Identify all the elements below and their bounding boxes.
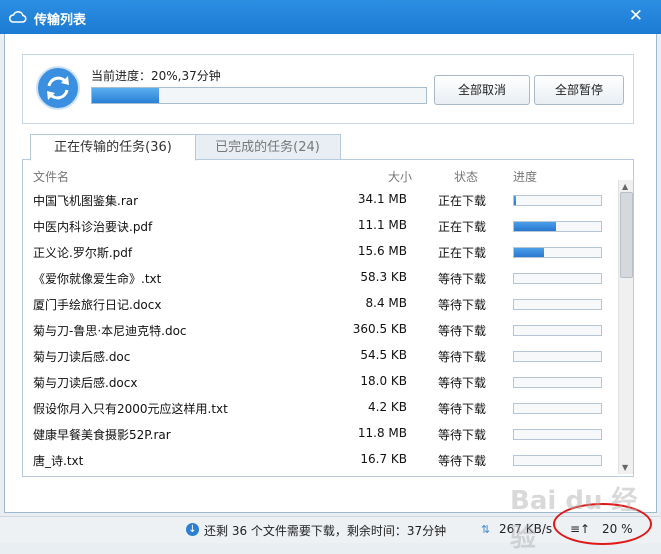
file-size: 11.1 MB bbox=[357, 218, 407, 232]
file-progress-fill bbox=[514, 222, 556, 231]
tab-transferring[interactable]: 正在传输的任务(36) bbox=[30, 134, 196, 161]
file-size: 34.1 MB bbox=[357, 192, 407, 206]
table-row[interactable]: 厦门手绘旅行日记.docx 8.4 MB 等待下载 bbox=[23, 291, 615, 317]
table-row[interactable]: 中医内科诊治要诀.pdf 11.1 MB 正在下载 bbox=[23, 213, 615, 239]
file-size: 54.5 KB bbox=[360, 348, 407, 362]
file-name: 健康早餐美食摄影52P.rar bbox=[33, 428, 171, 442]
current-progress-label: 当前进度：20%,37分钟 bbox=[91, 69, 221, 83]
file-size: 360.5 KB bbox=[352, 322, 407, 336]
file-name: 中医内科诊治要诀.pdf bbox=[33, 220, 153, 234]
scroll-down-icon[interactable]: ▼ bbox=[622, 463, 628, 472]
file-status: 等待下载 bbox=[438, 350, 487, 364]
file-status: 等待下载 bbox=[438, 324, 487, 338]
file-status: 正在下载 bbox=[438, 194, 487, 208]
table-row[interactable]: 唐_诗.txt 16.7 KB 等待下载 bbox=[23, 447, 615, 473]
table-row[interactable]: 假设你月入只有2000元应这样用.txt 4.2 KB 等待下载 bbox=[23, 395, 615, 421]
column-header-name: 文件名 bbox=[33, 170, 70, 184]
file-progress-fill bbox=[514, 248, 545, 257]
file-progress-bar bbox=[513, 195, 602, 206]
file-status: 等待下载 bbox=[438, 428, 487, 442]
title-bar: 传输列表 ✕ bbox=[0, 0, 661, 34]
info-icon: ↓ bbox=[186, 523, 199, 536]
file-name: 菊与刀读后感.doc bbox=[33, 350, 131, 364]
file-progress-bar bbox=[513, 403, 602, 414]
column-header-size: 大小 bbox=[388, 170, 413, 184]
scrollbar[interactable]: ▲ ▼ bbox=[618, 180, 633, 474]
file-name: 中国飞机图鉴集.rar bbox=[33, 194, 139, 208]
file-progress-bar bbox=[513, 377, 602, 388]
overall-progress-bar bbox=[91, 87, 427, 104]
file-progress-bar bbox=[513, 299, 602, 310]
column-header-progress: 进度 bbox=[513, 170, 538, 184]
table-row[interactable]: 《爱你就像爱生命》.txt 58.3 KB 等待下载 bbox=[23, 265, 615, 291]
file-name: 菊与刀读后感.docx bbox=[33, 376, 138, 390]
file-name: 《爱你就像爱生命》.txt bbox=[33, 272, 162, 286]
file-name: 正义论.罗尔斯.pdf bbox=[33, 246, 133, 260]
window-title: 传输列表 bbox=[34, 13, 87, 28]
file-status: 等待下载 bbox=[438, 454, 487, 468]
file-size: 4.2 KB bbox=[368, 400, 407, 414]
file-name: 唐_诗.txt bbox=[33, 454, 84, 468]
file-status: 等待下载 bbox=[438, 272, 487, 286]
file-name: 厦门手绘旅行日记.docx bbox=[33, 298, 162, 312]
file-progress-bar bbox=[513, 325, 602, 336]
remaining-files-text: 还剩 36 个文件需要下载，剩余时间：37分钟 bbox=[204, 524, 447, 538]
tab-completed[interactable]: 已完成的任务(24) bbox=[194, 134, 341, 161]
transfer-list: 文件名 大小 状态 进度 中国飞机图鉴集.rar 34.1 MB 正在下载 中医内科诊… bbox=[22, 159, 634, 477]
file-size: 18.0 KB bbox=[360, 374, 407, 388]
file-progress-bar bbox=[513, 247, 602, 258]
table-row[interactable]: 健康早餐美食摄影52P.rar 11.8 MB 等待下载 bbox=[23, 421, 615, 447]
table-row[interactable]: 中国飞机图鉴集.rar 34.1 MB 正在下载 bbox=[23, 187, 615, 213]
file-status: 正在下载 bbox=[438, 220, 487, 234]
pause-all-button[interactable]: 全部暂停 bbox=[534, 75, 624, 105]
overall-progress-panel: 当前进度：20%,37分钟 全部取消 全部暂停 bbox=[22, 54, 634, 124]
file-status: 等待下载 bbox=[438, 402, 487, 416]
file-status: 等待下载 bbox=[438, 376, 487, 390]
scroll-up-icon[interactable]: ▲ bbox=[622, 182, 628, 191]
file-progress-fill bbox=[514, 196, 516, 205]
file-progress-bar bbox=[513, 221, 602, 232]
file-progress-bar bbox=[513, 273, 602, 284]
table-row[interactable]: 菊与刀-鲁思·本尼迪克特.doc 360.5 KB 等待下载 bbox=[23, 317, 615, 343]
table-row[interactable]: 正义论.罗尔斯.pdf 15.6 MB 正在下载 bbox=[23, 239, 615, 265]
file-progress-bar bbox=[513, 351, 602, 362]
column-header-status: 状态 bbox=[454, 170, 479, 184]
watermark-logo: Bai du 经验 bbox=[510, 486, 638, 553]
file-status: 正在下载 bbox=[438, 246, 487, 260]
file-size: 58.3 KB bbox=[360, 270, 407, 284]
file-size: 8.4 MB bbox=[365, 296, 407, 310]
table-row[interactable]: 菊与刀读后感.doc 54.5 KB 等待下载 bbox=[23, 343, 615, 369]
window-body: 当前进度：20%,37分钟 全部取消 全部暂停 正在传输的任务(36) 已完成的… bbox=[4, 34, 657, 513]
overall-progress-fill bbox=[92, 88, 159, 103]
file-status: 等待下载 bbox=[438, 298, 487, 312]
file-progress-bar bbox=[513, 429, 602, 440]
cancel-all-button[interactable]: 全部取消 bbox=[434, 75, 530, 105]
file-progress-bar bbox=[513, 455, 602, 466]
file-size: 11.8 MB bbox=[357, 426, 407, 440]
scroll-thumb[interactable] bbox=[620, 192, 633, 278]
file-name: 菊与刀-鲁思·本尼迪克特.doc bbox=[33, 324, 187, 338]
cloud-icon bbox=[9, 11, 27, 23]
transfer-speed-icon: ⇅ bbox=[481, 523, 491, 536]
sync-icon bbox=[36, 66, 80, 110]
close-button[interactable]: ✕ bbox=[629, 6, 643, 26]
file-size: 16.7 KB bbox=[360, 452, 407, 466]
file-name: 假设你月入只有2000元应这样用.txt bbox=[33, 402, 228, 416]
table-row[interactable]: 菊与刀读后感.docx 18.0 KB 等待下载 bbox=[23, 369, 615, 395]
file-size: 15.6 MB bbox=[357, 244, 407, 258]
